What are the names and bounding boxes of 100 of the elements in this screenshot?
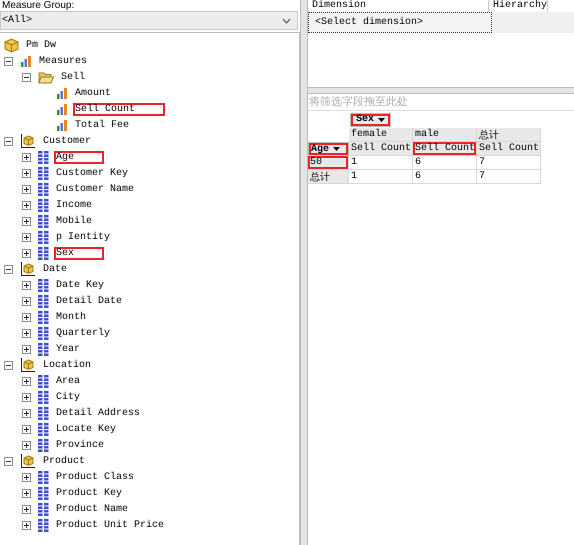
tree-item[interactable]: Total Fee <box>73 118 132 132</box>
expander-icon[interactable] <box>4 136 13 146</box>
expander-icon[interactable] <box>22 168 31 178</box>
attribute-grid-icon <box>38 438 49 452</box>
tree-item[interactable]: Sex <box>54 246 104 260</box>
measure-header: Sell Count <box>349 142 413 156</box>
expander-icon[interactable] <box>4 456 13 466</box>
expander-icon[interactable] <box>22 216 31 226</box>
table-cell: 7 <box>477 170 541 184</box>
tree-item[interactable]: Measures <box>37 54 90 68</box>
attribute-grid-icon <box>38 470 49 484</box>
attribute-grid-icon <box>38 374 49 388</box>
measure-group-dropdown[interactable]: <All> <box>0 11 298 30</box>
tree-item[interactable]: Locate Key <box>54 422 118 436</box>
tree-item[interactable]: Detail Address <box>54 406 142 420</box>
filter-drop-zone: 将筛选字段拖至此处 <box>308 94 574 111</box>
expander-icon[interactable] <box>22 408 31 418</box>
attribute-grid-icon <box>38 150 49 164</box>
attribute-grid-icon <box>38 166 49 180</box>
select-dimension-cell[interactable]: <Select dimension> <box>308 12 492 33</box>
tree-item[interactable]: Customer Name <box>54 182 136 196</box>
attribute-grid-icon <box>38 294 49 308</box>
tree-item[interactable]: Product Class <box>54 470 136 484</box>
attribute-grid-icon <box>38 246 49 260</box>
expander-icon[interactable] <box>22 232 31 242</box>
chevron-down-icon <box>282 18 291 24</box>
dimension-cube-icon <box>20 261 36 277</box>
attribute-grid-icon <box>38 422 49 436</box>
expander-icon[interactable] <box>22 392 31 402</box>
column-field-button[interactable]: Sex <box>350 112 392 126</box>
tree-item[interactable]: Area <box>54 374 82 388</box>
bar-chart-icon <box>56 119 68 131</box>
expander-icon[interactable] <box>22 296 31 306</box>
tree-item[interactable]: Customer Key <box>54 166 130 180</box>
expander-icon[interactable] <box>4 264 13 274</box>
expander-icon[interactable] <box>22 328 31 338</box>
attribute-grid-icon <box>38 310 49 324</box>
tree-item[interactable]: Income <box>54 198 94 212</box>
expander-icon[interactable] <box>22 184 31 194</box>
tree-item[interactable]: p Ientity <box>54 230 112 244</box>
attribute-grid-icon <box>38 230 49 244</box>
dropdown-arrow-icon <box>333 147 340 151</box>
expander-icon[interactable] <box>22 72 31 82</box>
tree-item[interactable]: Sell Count <box>73 102 166 116</box>
table-cell: 1 <box>349 156 413 170</box>
expander-icon[interactable] <box>22 152 31 162</box>
row-header: 50 <box>308 156 349 170</box>
attribute-grid-icon <box>38 502 49 516</box>
expander-icon[interactable] <box>22 312 31 322</box>
expander-icon[interactable] <box>22 424 31 434</box>
tree-item[interactable]: Pm Dw <box>24 38 58 52</box>
tree-item[interactable]: Month <box>54 310 88 324</box>
tree-item[interactable]: Product <box>41 454 88 468</box>
column-header: male <box>413 128 477 142</box>
expander-icon[interactable] <box>22 440 31 450</box>
tree-item[interactable]: Year <box>54 342 82 356</box>
row-field-button[interactable]: Age <box>308 142 349 156</box>
expander-icon[interactable] <box>22 344 31 354</box>
expander-icon[interactable] <box>22 472 31 482</box>
attribute-grid-icon <box>38 278 49 292</box>
tree-item[interactable]: Product Unit Price <box>54 518 166 532</box>
expander-icon[interactable] <box>22 248 31 258</box>
tree-item[interactable]: Province <box>54 438 106 452</box>
expander-icon[interactable] <box>22 376 31 386</box>
attribute-grid-icon <box>38 406 49 420</box>
attribute-grid-icon <box>38 518 49 532</box>
attribute-grid-icon <box>38 198 49 212</box>
tree-item[interactable]: Detail Date <box>54 294 124 308</box>
expander-icon[interactable] <box>22 200 31 210</box>
tree-item[interactable]: Quarterly <box>54 326 112 340</box>
tree-item[interactable]: Age <box>54 150 104 164</box>
tree-item[interactable]: Date Key <box>54 278 106 292</box>
attribute-grid-icon <box>38 214 49 228</box>
tree-item[interactable]: Sell <box>59 70 88 84</box>
expander-icon[interactable] <box>22 520 31 530</box>
table-cell: 1 <box>349 170 413 184</box>
tree-item[interactable]: Customer <box>41 134 94 148</box>
tree-item[interactable]: Product Key <box>54 486 124 500</box>
expander-icon[interactable] <box>4 56 13 66</box>
tree-item[interactable]: Location <box>41 358 94 372</box>
bar-chart-icon <box>20 55 32 67</box>
tree-item[interactable]: Date <box>41 262 70 276</box>
measure-group-label: Measure Group: <box>1 0 76 11</box>
expander-icon[interactable] <box>4 360 13 370</box>
bar-chart-icon <box>56 87 68 99</box>
dimension-cube-icon <box>20 133 36 149</box>
expander-icon[interactable] <box>22 488 31 498</box>
measure-header: Sell Count <box>477 142 541 156</box>
row-header: 总计 <box>308 170 349 184</box>
dimension-cube-icon <box>20 357 36 373</box>
expander-icon[interactable] <box>22 280 31 290</box>
column-header: female <box>349 128 413 142</box>
table-cell: 7 <box>477 156 541 170</box>
expander-icon[interactable] <box>22 504 31 514</box>
tree-item[interactable]: Mobile <box>54 214 94 228</box>
tree-item[interactable]: Amount <box>73 86 114 100</box>
measure-header: Sell Count <box>413 142 477 156</box>
column-header: 总计 <box>477 128 541 142</box>
tree-item[interactable]: City <box>54 390 82 404</box>
tree-item[interactable]: Product Name <box>54 502 130 516</box>
